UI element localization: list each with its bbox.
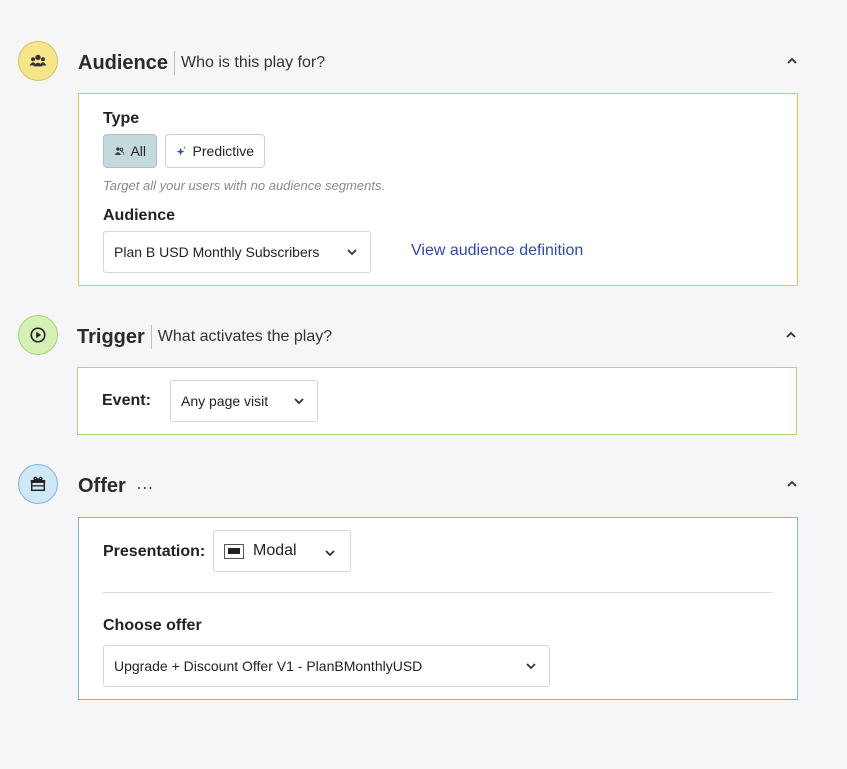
- choose-offer-label: Choose offer: [103, 617, 202, 634]
- presentation-select-value: Modal: [253, 542, 297, 559]
- sparkle-icon: [176, 146, 186, 156]
- type-label: Type: [103, 110, 140, 127]
- gift-icon: [18, 464, 58, 504]
- view-audience-definition-link[interactable]: View audience definition: [411, 242, 583, 260]
- type-all-label: All: [130, 143, 146, 159]
- modal-icon: [224, 543, 244, 559]
- trigger-panel: Event: Any page visit: [77, 367, 797, 435]
- header-divider: [174, 51, 176, 75]
- offer-more-button[interactable]: …: [136, 474, 155, 498]
- audience-label: Audience: [103, 207, 176, 224]
- audience-panel: Type All Predictive Target all your user…: [78, 93, 798, 286]
- chevron-up-icon[interactable]: [785, 477, 799, 491]
- type-predictive-label: Predictive: [192, 143, 254, 159]
- type-all-toggle[interactable]: All: [103, 134, 157, 168]
- trigger-header: Trigger What activates the play?: [77, 323, 798, 351]
- chevron-down-icon: [347, 249, 357, 256]
- users-icon: [18, 41, 58, 81]
- presentation-label: Presentation:: [103, 543, 206, 560]
- event-label: Event:: [102, 392, 151, 409]
- offer-panel: Presentation: Modal Choose offer Upgrade…: [78, 517, 798, 700]
- offer-select[interactable]: Upgrade + Discount Offer V1 - PlanBMonth…: [103, 645, 550, 687]
- offer-header: Offer …: [78, 472, 799, 500]
- type-predictive-toggle[interactable]: Predictive: [165, 134, 265, 168]
- presentation-select[interactable]: Modal: [213, 530, 351, 572]
- play-circle-icon: [18, 315, 58, 355]
- trigger-subtitle: What activates the play?: [157, 328, 333, 345]
- audience-select[interactable]: Plan B USD Monthly Subscribers: [103, 231, 371, 273]
- users-icon: [114, 147, 125, 155]
- offer-title: Offer: [78, 474, 126, 497]
- audience-header: Audience Who is this play for?: [78, 49, 799, 77]
- event-select-value: Any page visit: [181, 393, 269, 409]
- chevron-up-icon[interactable]: [784, 328, 798, 342]
- chevron-down-icon: [526, 663, 536, 670]
- chevron-up-icon[interactable]: [785, 54, 799, 68]
- offer-divider: [103, 592, 773, 593]
- offer-select-value: Upgrade + Discount Offer V1 - PlanBMonth…: [114, 658, 423, 674]
- header-divider: [150, 325, 152, 349]
- audience-select-value: Plan B USD Monthly Subscribers: [114, 244, 320, 260]
- trigger-title: Trigger: [77, 325, 145, 348]
- type-hint: Target all your users with no audience s…: [103, 178, 386, 193]
- chevron-down-icon: [325, 550, 335, 557]
- chevron-down-icon: [294, 398, 304, 405]
- audience-title: Audience: [78, 51, 169, 74]
- event-select[interactable]: Any page visit: [170, 380, 318, 422]
- audience-subtitle: Who is this play for?: [181, 54, 326, 71]
